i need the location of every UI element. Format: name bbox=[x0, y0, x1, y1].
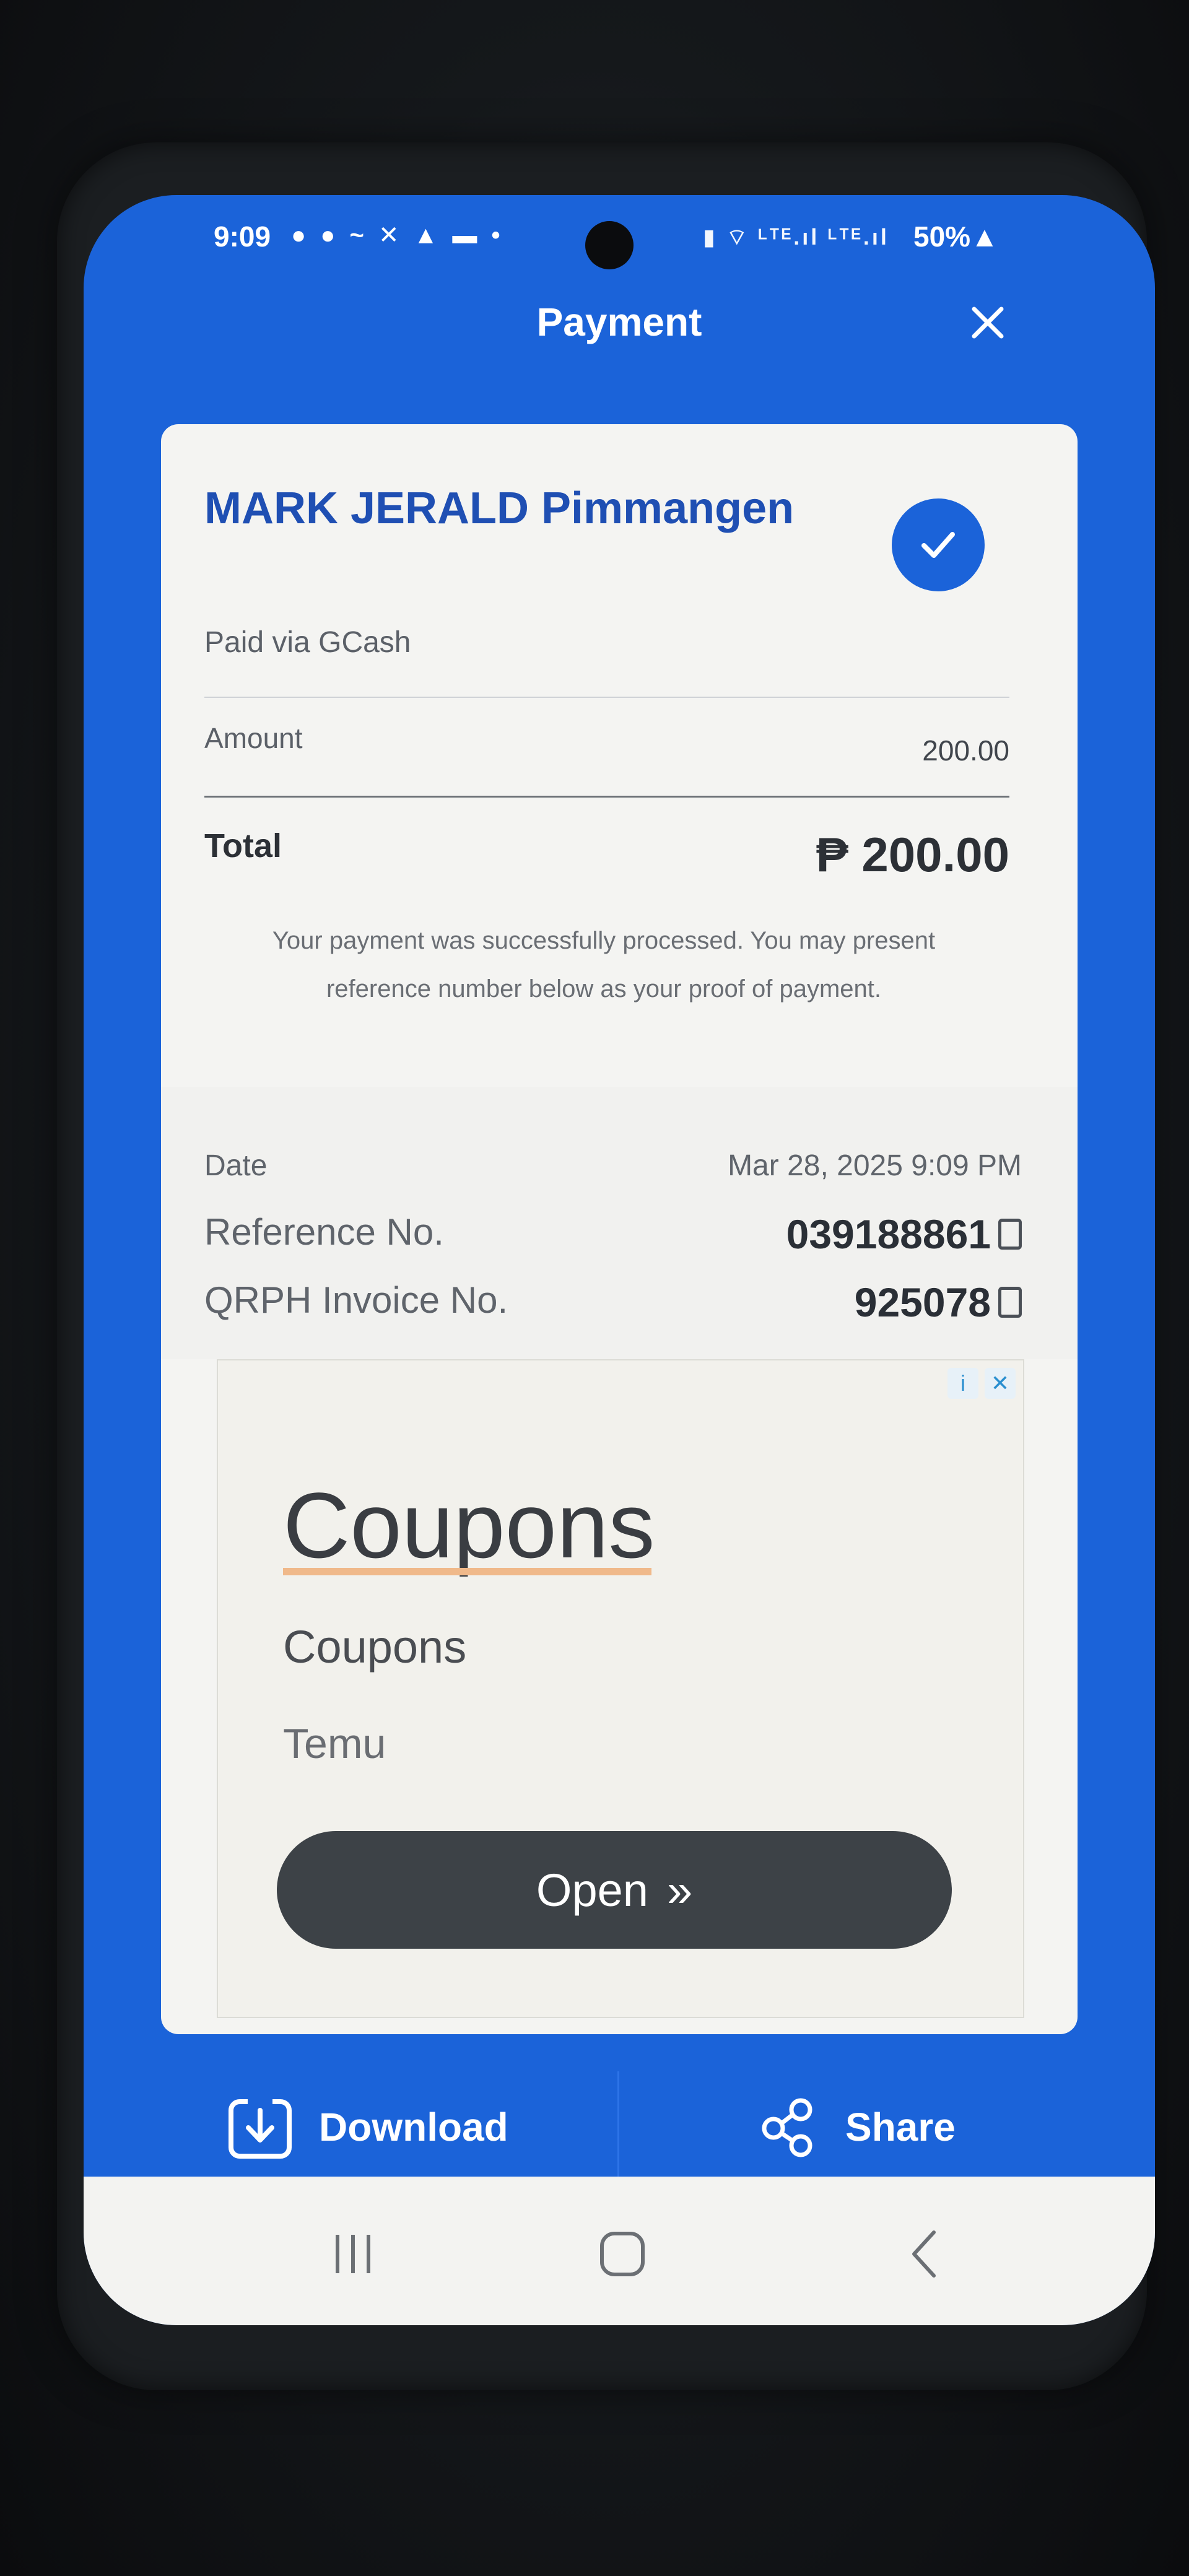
home-button[interactable] bbox=[585, 2220, 660, 2288]
back-button[interactable] bbox=[889, 2220, 963, 2288]
success-badge bbox=[892, 498, 985, 591]
ad-choices: i ✕ bbox=[947, 1368, 1016, 1399]
amount-value: 200.00 bbox=[922, 734, 1009, 767]
share-label: Share bbox=[845, 2105, 956, 2149]
ad-advertiser: Temu bbox=[283, 1720, 386, 1767]
payee-name: MARK JERALD Pimmangen bbox=[204, 484, 795, 533]
ad-open-button[interactable]: Open » bbox=[277, 1831, 952, 1949]
invoice-copy-button[interactable]: 925078 bbox=[855, 1279, 1022, 1326]
ad-info-icon[interactable]: i bbox=[947, 1368, 978, 1399]
divider bbox=[204, 697, 1009, 698]
battery-level: 50%▲ bbox=[913, 220, 999, 253]
ad-headline-underline bbox=[283, 1568, 651, 1575]
total-value: ₱ 200.00 bbox=[816, 827, 1009, 882]
double-chevron-right-icon: » bbox=[666, 1864, 693, 1916]
total-divider bbox=[204, 796, 1009, 798]
copy-icon bbox=[998, 1219, 1022, 1250]
invoice-row: QRPH Invoice No. 925078 bbox=[204, 1279, 1022, 1334]
download-button[interactable]: Download bbox=[226, 2090, 508, 2164]
ad-headline: Coupons bbox=[283, 1473, 655, 1577]
invoice-label: QRPH Invoice No. bbox=[204, 1279, 508, 1321]
ad-close-icon[interactable]: ✕ bbox=[985, 1368, 1016, 1399]
notification-icons: ● ● ~ ✕ ▲ ▬ • bbox=[291, 222, 504, 249]
signal-icons: ▮ ⌔ ᴸᵀᴱ.ıl ᴸᵀᴱ.ıl bbox=[703, 224, 889, 250]
download-icon bbox=[229, 2097, 292, 2159]
amount-label: Amount bbox=[204, 722, 303, 754]
invoice-value: 925078 bbox=[854, 1279, 991, 1325]
date-value: Mar 28, 2025 9:09 PM bbox=[728, 1149, 1022, 1182]
ad-body: Coupons bbox=[283, 1621, 467, 1673]
status-time: 9:09 bbox=[214, 220, 271, 253]
download-label: Download bbox=[319, 2105, 508, 2149]
date-row: Date Mar 28, 2025 9:09 PM bbox=[204, 1149, 1022, 1204]
payment-method: Paid via GCash bbox=[204, 626, 411, 659]
ad-banner[interactable]: i ✕ Coupons Coupons Temu Open » bbox=[217, 1359, 1024, 2018]
reference-row: Reference No. 039188861 bbox=[204, 1211, 1022, 1266]
close-icon bbox=[972, 307, 1004, 339]
check-icon bbox=[921, 532, 955, 558]
action-bar: Download Share bbox=[84, 2065, 1155, 2189]
home-icon bbox=[600, 2232, 645, 2276]
app-header: Payment bbox=[84, 282, 1155, 362]
share-button[interactable]: Share bbox=[759, 2090, 956, 2164]
recent-apps-icon bbox=[336, 2235, 370, 2273]
close-button[interactable] bbox=[963, 298, 1013, 347]
front-camera bbox=[585, 221, 634, 269]
phone-screen: 9:09 ● ● ~ ✕ ▲ ▬ • ▮ ⌔ ᴸᵀᴱ.ıl ᴸᵀᴱ.ıl 50%… bbox=[84, 195, 1155, 2325]
total-label: Total bbox=[204, 827, 282, 864]
reference-value: 039188861 bbox=[786, 1211, 991, 1257]
action-divider bbox=[617, 2071, 619, 2177]
reference-copy-button[interactable]: 039188861 bbox=[786, 1211, 1022, 1258]
share-icon bbox=[762, 2098, 812, 2157]
ad-open-label: Open bbox=[536, 1864, 648, 1916]
status-bar: 9:09 ● ● ~ ✕ ▲ ▬ • ▮ ⌔ ᴸᵀᴱ.ıl ᴸᵀᴱ.ıl 50%… bbox=[84, 195, 1155, 276]
recent-apps-button[interactable] bbox=[316, 2220, 390, 2288]
back-icon bbox=[912, 2230, 936, 2278]
success-message: Your payment was successfully processed.… bbox=[272, 927, 936, 1003]
reference-label: Reference No. bbox=[204, 1211, 444, 1253]
date-label: Date bbox=[204, 1149, 268, 1182]
copy-icon bbox=[998, 1287, 1022, 1318]
system-nav-bar bbox=[84, 2177, 1155, 2325]
transaction-details: Date Mar 28, 2025 9:09 PM Reference No. … bbox=[161, 1087, 1078, 1359]
receipt-card: MARK JERALD Pimmangen Paid via GCash Amo… bbox=[161, 424, 1078, 2034]
